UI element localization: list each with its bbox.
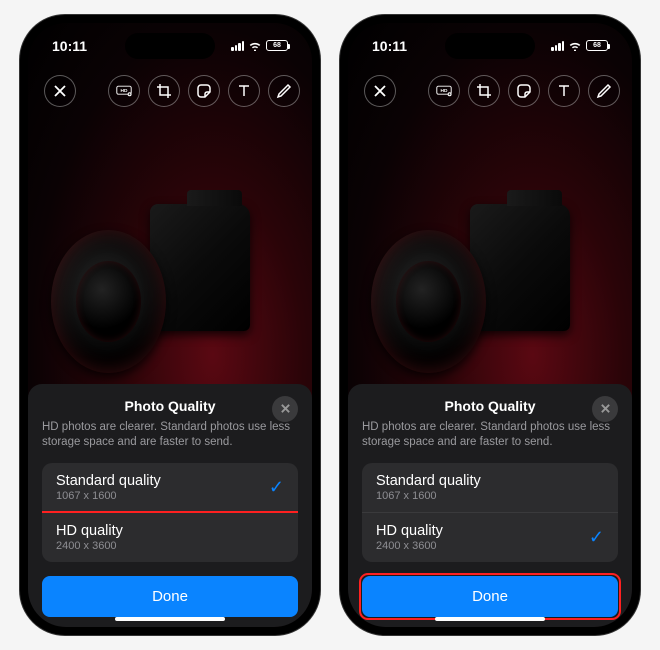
crop-icon — [476, 83, 492, 99]
done-label: Done — [472, 588, 508, 605]
wifi-icon — [568, 40, 582, 51]
sticker-button[interactable] — [508, 75, 540, 107]
sheet-title: Photo Quality — [125, 398, 216, 414]
svg-text:HD: HD — [121, 88, 128, 94]
battery-icon: 68 — [266, 40, 288, 51]
close-button[interactable] — [364, 75, 396, 107]
option-label: Standard quality — [376, 473, 481, 489]
hd-icon: HD — [436, 83, 452, 99]
signal-icon — [551, 41, 564, 51]
hd-icon: HD — [116, 83, 132, 99]
edit-toolbar: HD — [360, 75, 620, 107]
screen: 10:11 68 HD — [348, 23, 632, 627]
text-button[interactable] — [548, 75, 580, 107]
close-button[interactable] — [44, 75, 76, 107]
option-resolution: 2400 x 3600 — [56, 540, 123, 552]
draw-button[interactable] — [268, 75, 300, 107]
quality-options: Standard quality 1067 x 1600 ✓ HD qualit… — [42, 463, 298, 562]
checkmark-icon: ✓ — [589, 527, 604, 548]
option-resolution: 2400 x 3600 — [376, 540, 443, 552]
status-right: 68 — [231, 40, 288, 51]
text-icon — [236, 83, 252, 99]
signal-icon — [231, 41, 244, 51]
status-time: 10:11 — [372, 38, 407, 54]
close-icon — [52, 83, 68, 99]
home-indicator[interactable] — [115, 617, 225, 621]
svg-text:HD: HD — [441, 88, 448, 94]
dynamic-island — [445, 33, 535, 59]
sheet-close-button[interactable] — [592, 396, 618, 422]
close-icon — [600, 403, 611, 414]
sheet-title: Photo Quality — [445, 398, 536, 414]
checkmark-icon: ✓ — [269, 477, 284, 498]
battery-icon: 68 — [586, 40, 608, 51]
status-time: 10:11 — [52, 38, 87, 54]
text-icon — [556, 83, 572, 99]
close-icon — [280, 403, 291, 414]
option-hd[interactable]: HD quality 2400 x 3600 — [42, 513, 298, 562]
sticker-icon — [196, 83, 212, 99]
close-icon — [372, 83, 388, 99]
sticker-button[interactable] — [188, 75, 220, 107]
option-label: Standard quality — [56, 473, 161, 489]
done-button[interactable]: Done — [42, 576, 298, 617]
sheet-description: HD photos are clearer. Standard photos u… — [362, 420, 618, 451]
quality-options: Standard quality 1067 x 1600 HD quality … — [362, 463, 618, 562]
option-resolution: 1067 x 1600 — [56, 490, 161, 502]
text-button[interactable] — [228, 75, 260, 107]
phone-right: 10:11 68 HD — [340, 15, 640, 635]
hd-button[interactable]: HD — [428, 75, 460, 107]
sheet-description: HD photos are clearer. Standard photos u… — [42, 420, 298, 451]
draw-icon — [276, 83, 292, 99]
status-right: 68 — [551, 40, 608, 51]
edit-toolbar: HD — [40, 75, 300, 107]
sheet-close-button[interactable] — [272, 396, 298, 422]
screen: 10:11 68 HD — [28, 23, 312, 627]
option-hd[interactable]: HD quality 2400 x 3600 ✓ — [362, 513, 618, 562]
option-label: HD quality — [376, 523, 443, 539]
draw-button[interactable] — [588, 75, 620, 107]
dynamic-island — [125, 33, 215, 59]
draw-icon — [596, 83, 612, 99]
option-label: HD quality — [56, 523, 123, 539]
crop-button[interactable] — [468, 75, 500, 107]
camera-subject — [371, 204, 570, 373]
done-label: Done — [152, 588, 188, 605]
quality-sheet: Photo Quality HD photos are clearer. Sta… — [28, 384, 312, 627]
option-resolution: 1067 x 1600 — [376, 490, 481, 502]
wifi-icon — [248, 40, 262, 51]
home-indicator[interactable] — [435, 617, 545, 621]
camera-subject — [51, 204, 250, 373]
hd-button[interactable]: HD — [108, 75, 140, 107]
done-button[interactable]: Done — [362, 576, 618, 617]
option-standard[interactable]: Standard quality 1067 x 1600 ✓ — [42, 463, 298, 513]
phone-left: 10:11 68 HD — [20, 15, 320, 635]
sticker-icon — [516, 83, 532, 99]
crop-button[interactable] — [148, 75, 180, 107]
crop-icon — [156, 83, 172, 99]
option-standard[interactable]: Standard quality 1067 x 1600 — [362, 463, 618, 513]
quality-sheet: Photo Quality HD photos are clearer. Sta… — [348, 384, 632, 627]
